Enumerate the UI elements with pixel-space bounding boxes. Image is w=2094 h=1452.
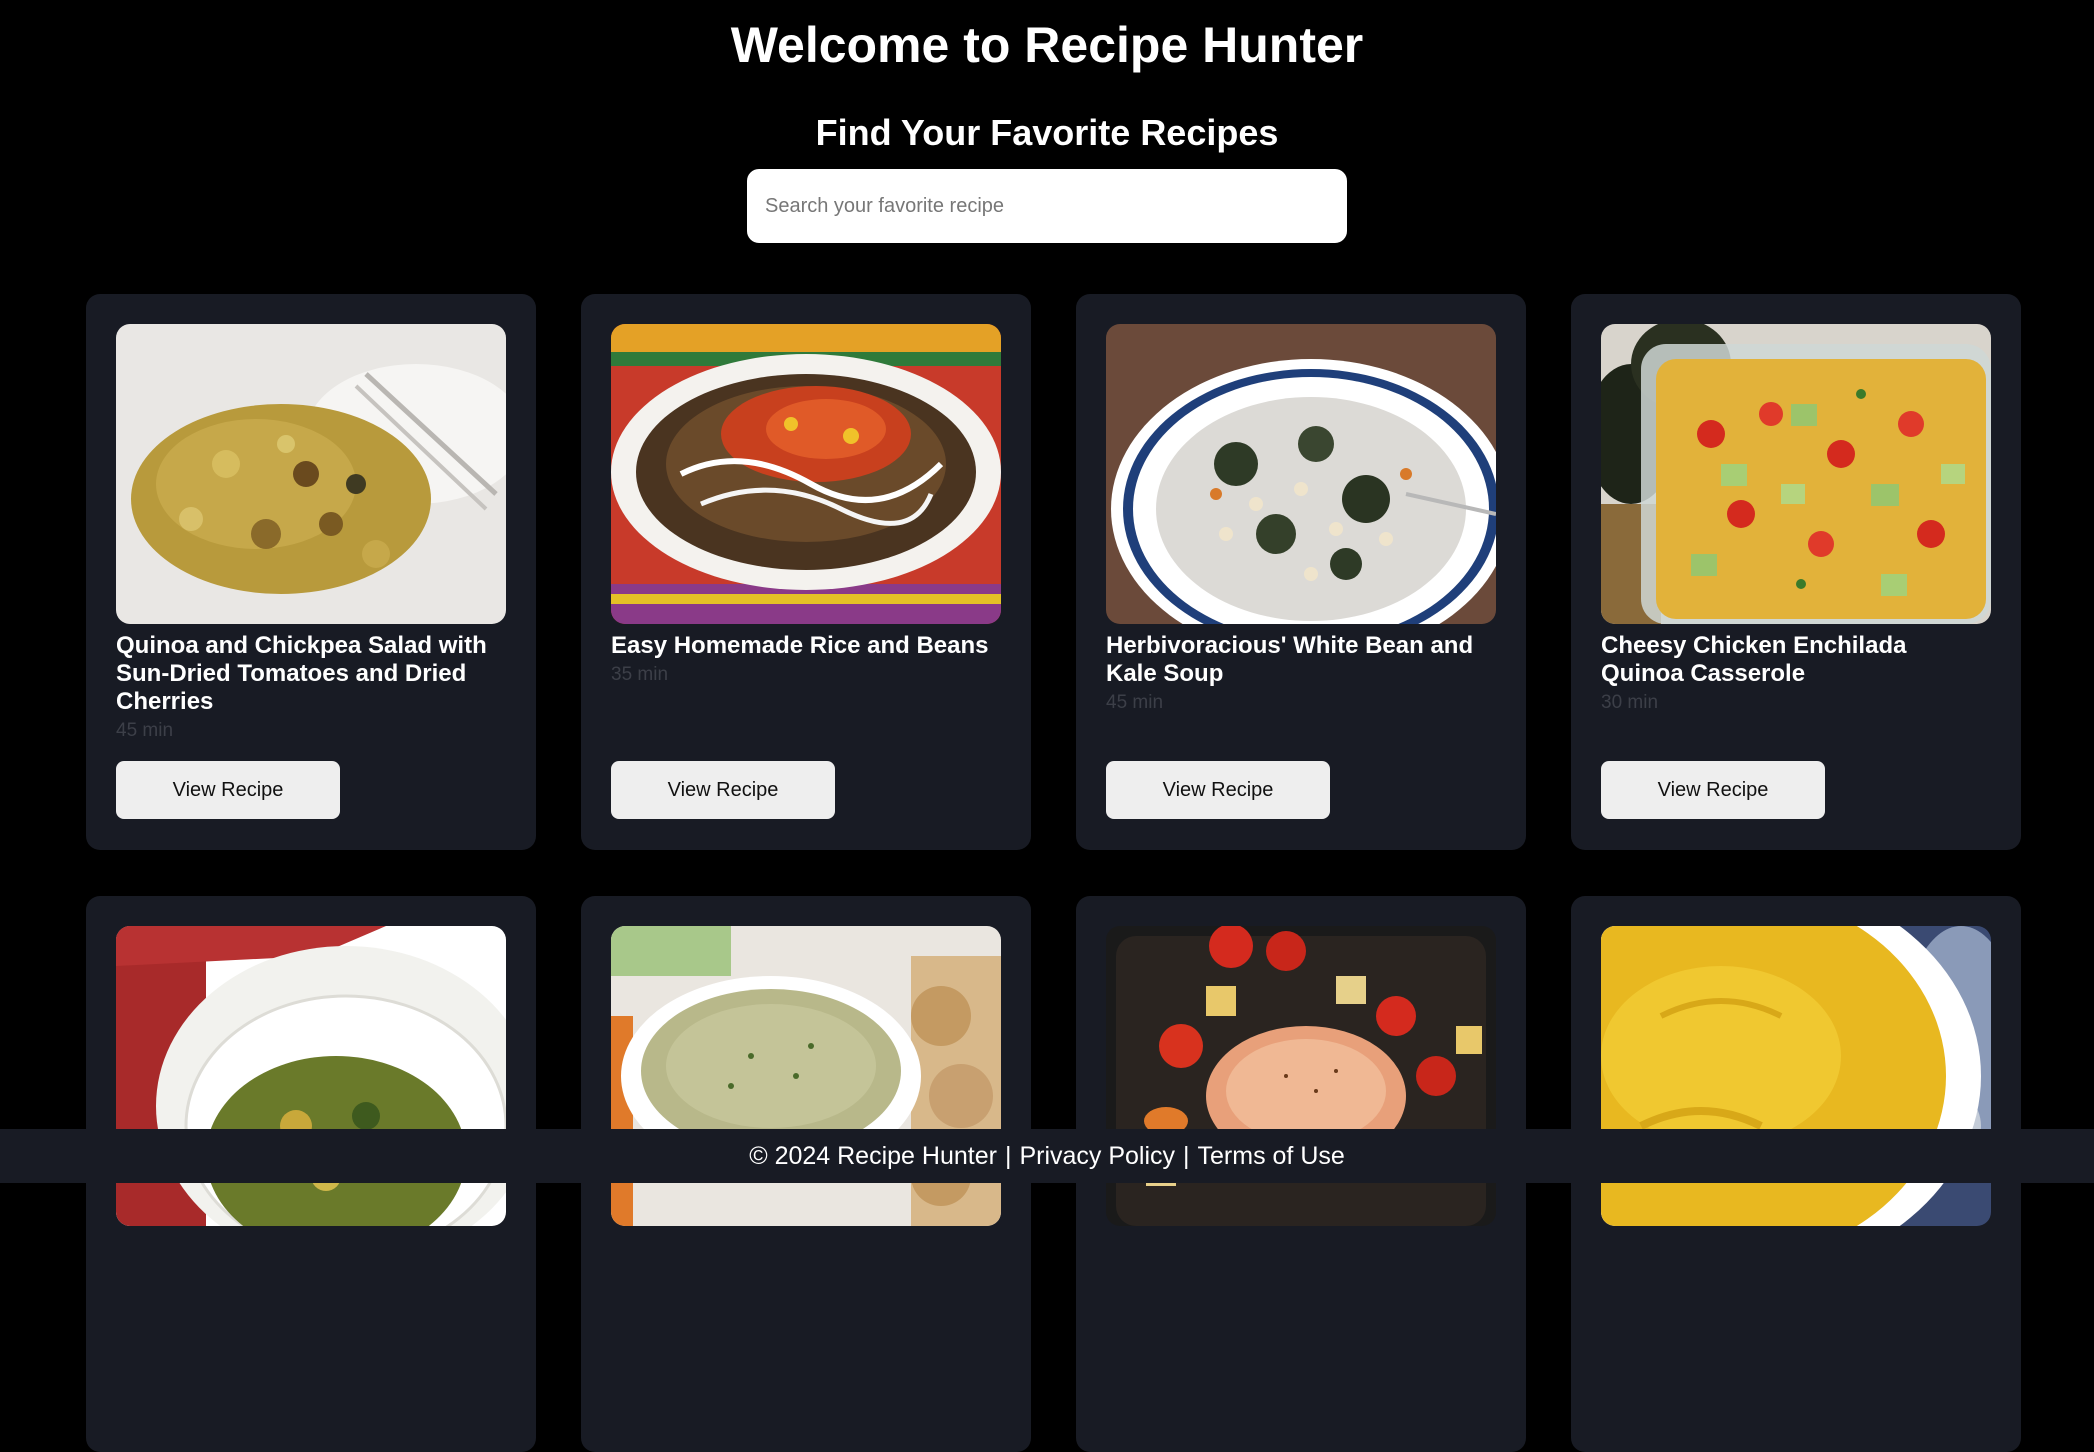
recipe-time: 30 min xyxy=(1601,692,1659,713)
terms-of-use-link[interactable]: Terms of Use xyxy=(1198,1142,1345,1171)
view-recipe-button[interactable]: View Recipe xyxy=(1106,761,1330,819)
recipe-image[interactable] xyxy=(1601,324,1991,624)
recipe-title: Herbivoracious' White Bean and Kale Soup xyxy=(1106,632,1474,687)
recipe-card: Easy Homemade Rice and Beans 35 min View… xyxy=(581,294,1031,850)
recipe-card: Herbivoracious' White Bean and Kale Soup… xyxy=(1076,294,1526,850)
recipe-title: Cheesy Chicken Enchilada Quinoa Casserol… xyxy=(1601,632,1907,687)
recipe-time: 35 min xyxy=(611,664,669,685)
page-header: Welcome to Recipe Hunter Find Your Favor… xyxy=(0,0,2094,243)
footer-separator: | xyxy=(1004,1141,1012,1170)
footer: © 2024 Recipe Hunter | Privacy Policy | … xyxy=(0,1129,2094,1183)
recipe-image[interactable] xyxy=(1106,324,1496,624)
footer-separator: | xyxy=(1183,1141,1190,1170)
privacy-policy-link[interactable]: Privacy Policy xyxy=(1019,1142,1175,1171)
page-title: Welcome to Recipe Hunter xyxy=(730,17,1364,73)
recipe-image[interactable] xyxy=(611,324,1001,624)
recipe-time: 45 min xyxy=(1106,692,1164,713)
page-subtitle: Find Your Favorite Recipes xyxy=(815,112,1279,153)
footer-copyright: © 2024 Recipe Hunter xyxy=(749,1141,997,1170)
view-recipe-button[interactable]: View Recipe xyxy=(1601,761,1825,819)
view-recipe-button[interactable]: View Recipe xyxy=(116,761,340,819)
recipe-grid: Quinoa and Chickpea Salad with Sun-Dried… xyxy=(86,294,2021,1452)
recipe-card: Quinoa and Chickpea Salad with Sun-Dried… xyxy=(86,294,536,850)
recipe-card: Cheesy Chicken Enchilada Quinoa Casserol… xyxy=(1571,294,2021,850)
search-bar xyxy=(0,169,2094,243)
view-recipe-button[interactable]: View Recipe xyxy=(611,761,835,819)
recipe-image[interactable] xyxy=(116,324,506,624)
recipe-title: Easy Homemade Rice and Beans xyxy=(611,632,989,659)
recipe-time: 45 min xyxy=(116,720,174,741)
search-input[interactable] xyxy=(747,169,1347,243)
recipe-title: Quinoa and Chickpea Salad with Sun-Dried… xyxy=(116,632,487,715)
